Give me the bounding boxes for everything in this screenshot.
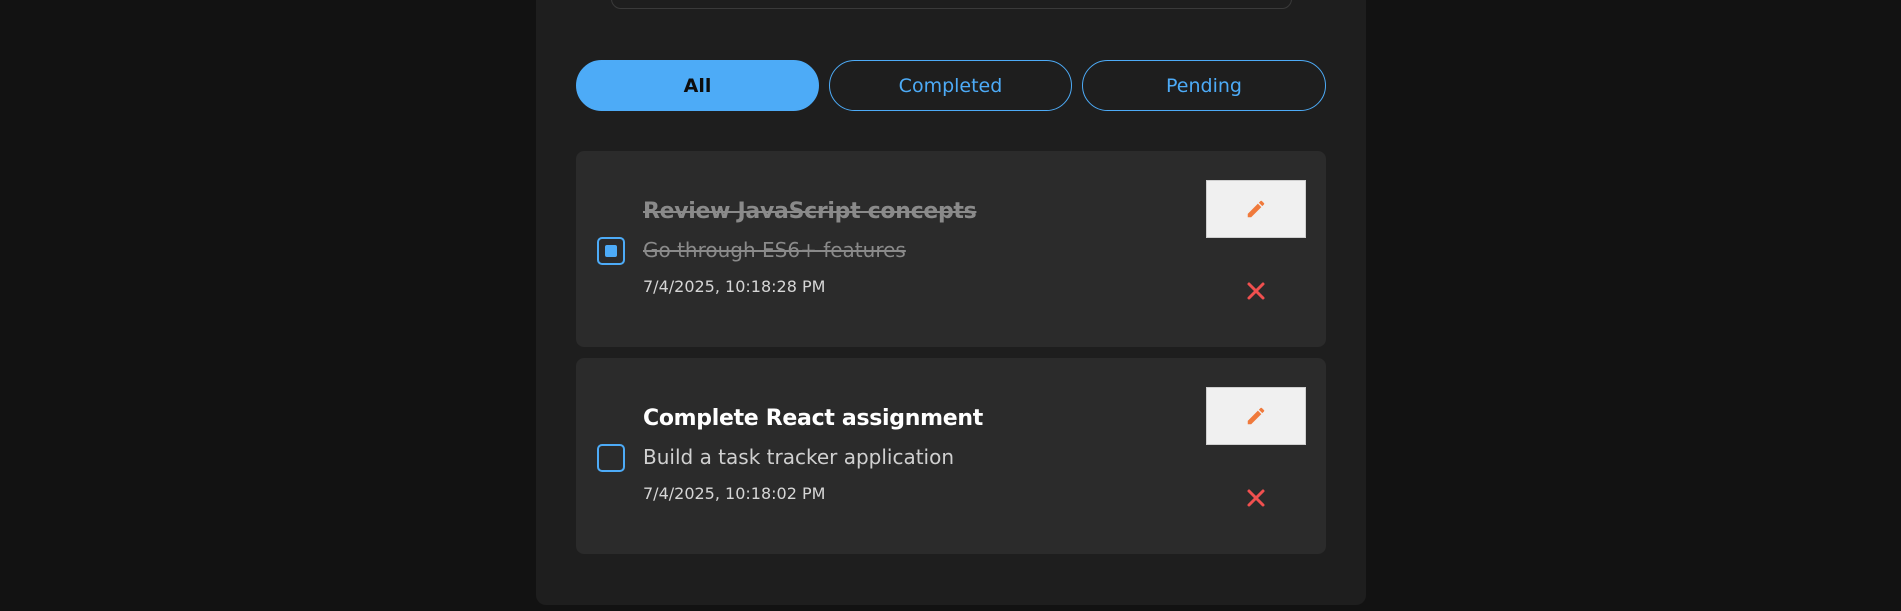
- filter-completed-button[interactable]: Completed: [829, 60, 1072, 111]
- checkbox-checked-mark: [605, 245, 617, 257]
- task-item: Review JavaScript concepts Go through ES…: [576, 151, 1326, 347]
- task-checkbox[interactable]: [597, 237, 625, 265]
- filter-pending-button[interactable]: Pending: [1082, 60, 1326, 111]
- filter-bar: All Completed Pending: [576, 60, 1326, 111]
- delete-task-button[interactable]: [1240, 275, 1272, 307]
- task-title: Review JavaScript concepts: [643, 199, 977, 224]
- task-item: Complete React assignment Build a task t…: [576, 358, 1326, 554]
- edit-task-button[interactable]: [1206, 387, 1306, 445]
- task-input-field[interactable]: [611, 0, 1292, 9]
- pencil-icon: [1247, 407, 1265, 425]
- task-description: Go through ES6+ features: [643, 238, 906, 262]
- task-description: Build a task tracker application: [643, 445, 955, 469]
- delete-task-button[interactable]: [1240, 482, 1272, 514]
- close-icon: [1247, 489, 1265, 507]
- edit-task-button[interactable]: [1206, 180, 1306, 238]
- filter-all-button[interactable]: All: [576, 60, 819, 111]
- task-timestamp: 7/4/2025, 10:18:02 PM: [643, 484, 826, 503]
- task-checkbox[interactable]: [597, 444, 625, 472]
- close-icon: [1247, 282, 1265, 300]
- pencil-icon: [1247, 200, 1265, 218]
- task-timestamp: 7/4/2025, 10:18:28 PM: [643, 277, 826, 296]
- task-title: Complete React assignment: [643, 406, 983, 431]
